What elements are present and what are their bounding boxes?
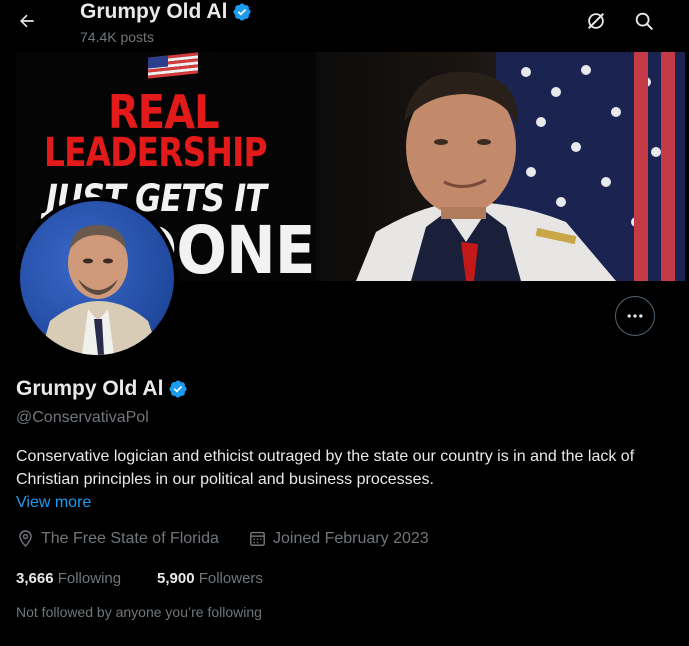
more-dots-icon	[627, 314, 643, 318]
header-name-text: Grumpy Old Al	[80, 0, 228, 23]
followers-link[interactable]: 5,900 Followers	[157, 570, 263, 587]
view-more-link[interactable]: View more	[16, 494, 91, 512]
profile-joined: Joined February 2023	[248, 529, 429, 548]
small-flag-icon	[144, 52, 202, 82]
not-followed-note: Not followed by anyone you’re following	[16, 604, 262, 620]
avatar[interactable]	[16, 197, 178, 359]
location-text: The Free State of Florida	[41, 529, 219, 547]
grok-icon	[587, 12, 605, 30]
header-name: Grumpy Old Al	[80, 0, 252, 24]
profile-location: The Free State of Florida	[16, 529, 219, 548]
banner-photo	[316, 52, 685, 281]
joined-text: Joined February 2023	[273, 529, 429, 547]
profile-handle: @ConservativaPol	[16, 409, 149, 426]
more-options-button[interactable]	[615, 296, 655, 336]
back-arrow-icon	[20, 14, 34, 28]
banner-portrait-image	[356, 52, 685, 281]
post-count: 74.4K posts	[80, 29, 154, 45]
location-pin-icon	[19, 530, 32, 548]
followers-count: 5,900	[157, 570, 195, 587]
grok-button[interactable]	[579, 4, 613, 38]
calendar-icon	[250, 531, 265, 546]
verified-badge-icon[interactable]	[168, 379, 188, 399]
following-count: 3,666	[16, 570, 54, 587]
profile-name: Grumpy Old Al	[16, 377, 188, 401]
following-label: Following	[57, 570, 122, 587]
search-icon	[635, 12, 653, 30]
top-bar: Grumpy Old Al 74.4K posts	[0, 0, 689, 52]
profile-name-text: Grumpy Old Al	[16, 377, 164, 400]
profile-bio: Conservative logician and ethicist outra…	[16, 448, 635, 488]
search-button[interactable]	[627, 4, 661, 38]
profile-page: REAL LEADERSHIP JUST GETS IT DONE Grumpy…	[0, 0, 689, 646]
following-link[interactable]: 3,666 Following	[16, 570, 121, 587]
avatar-portrait-image	[40, 225, 160, 355]
avatar-photo	[20, 201, 174, 355]
banner-text-leadership: LEADERSHIP	[44, 130, 268, 176]
followers-label: Followers	[198, 570, 263, 587]
back-button[interactable]	[10, 4, 44, 38]
verified-badge-icon[interactable]	[232, 2, 252, 22]
